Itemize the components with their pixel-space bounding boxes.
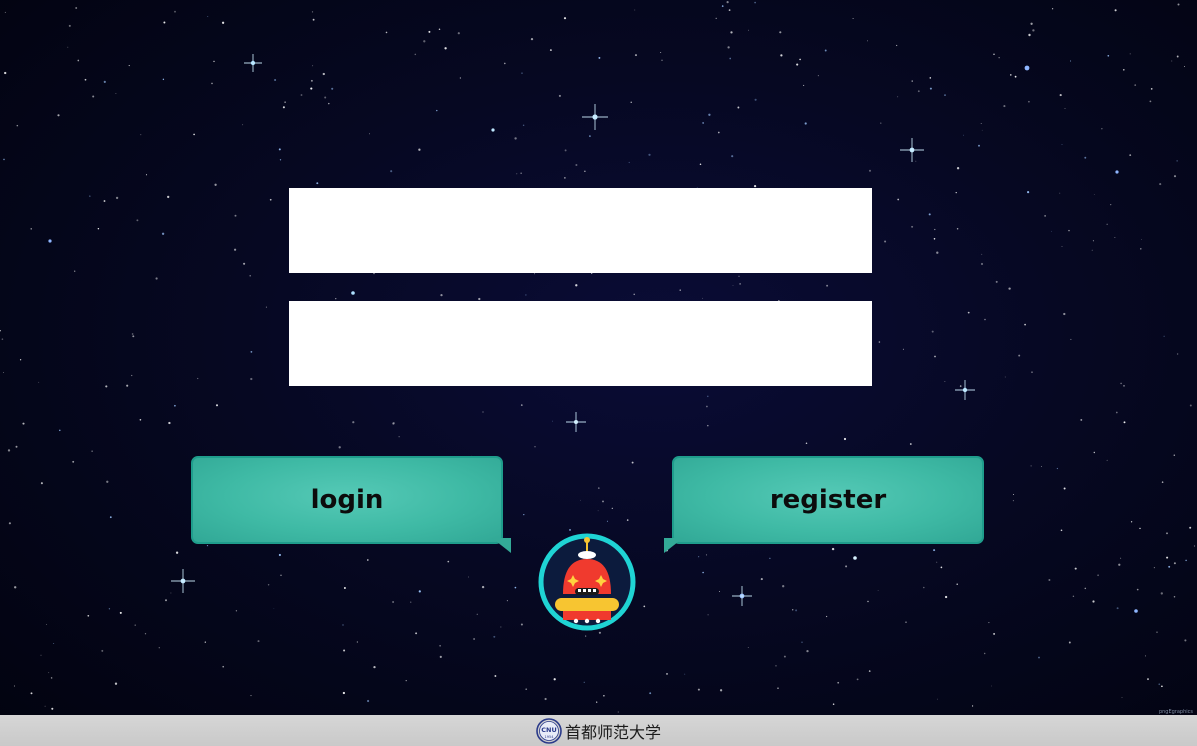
university-name: 首都师范大学 bbox=[564, 722, 661, 742]
logo-text: CNU bbox=[541, 726, 557, 734]
register-button[interactable]: register bbox=[672, 456, 984, 544]
login-bubble-tail bbox=[492, 538, 511, 553]
register-bubble-tail bbox=[664, 538, 683, 553]
login-screen: login register pngEgraphics CNU 1954 首都师… bbox=[0, 0, 1197, 746]
robot-icon bbox=[538, 533, 636, 631]
university-logo: CNU 1954 bbox=[536, 717, 562, 744]
robot-mascot bbox=[537, 532, 637, 632]
logo-year: 1954 bbox=[545, 735, 555, 739]
password-input[interactable] bbox=[289, 301, 872, 386]
username-input[interactable] bbox=[289, 188, 872, 273]
login-button[interactable]: login bbox=[191, 456, 503, 544]
footer-bar: CNU 1954 首都师范大学 bbox=[0, 715, 1197, 746]
